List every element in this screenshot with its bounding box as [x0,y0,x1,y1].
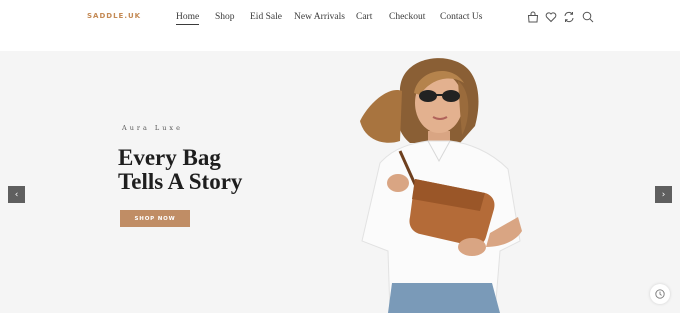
bag-icon[interactable] [527,11,539,23]
hero-model-image [360,58,522,313]
slider-prev-button[interactable]: ‹ [8,186,25,203]
nav-home[interactable]: Home [176,12,200,25]
nav-eid-sale[interactable]: Eid Sale [250,12,282,22]
hero-eyebrow: Aura Luxe [122,124,183,132]
shop-now-button[interactable]: SHOP NOW [120,210,190,227]
hero-headline-line-2: Tells A Story [118,169,243,194]
nav-new-arrivals[interactable]: New Arrivals [294,12,345,22]
site-header: SADDLE.UK Home Shop Eid Sale New Arrival… [0,0,680,51]
nav-shop[interactable]: Shop [215,12,235,22]
help-icon [655,289,665,299]
compare-icon[interactable] [563,11,575,23]
help-button[interactable] [650,284,670,304]
hero-headline: Every Bag Tells A Story [118,146,242,194]
nav-checkout[interactable]: Checkout [389,12,425,22]
nav-contact-us[interactable]: Contact Us [440,12,482,22]
slider-next-button[interactable]: › [655,186,672,203]
search-icon[interactable] [582,11,594,23]
hero-headline-line-1: Every Bag [118,145,221,170]
nav-cart[interactable]: Cart [356,12,372,22]
hero-slider: ‹ Aura Luxe Every Bag Tells A Story SHOP… [0,51,680,313]
site-logo[interactable]: SADDLE.UK [87,12,141,20]
heart-icon[interactable] [545,11,557,23]
